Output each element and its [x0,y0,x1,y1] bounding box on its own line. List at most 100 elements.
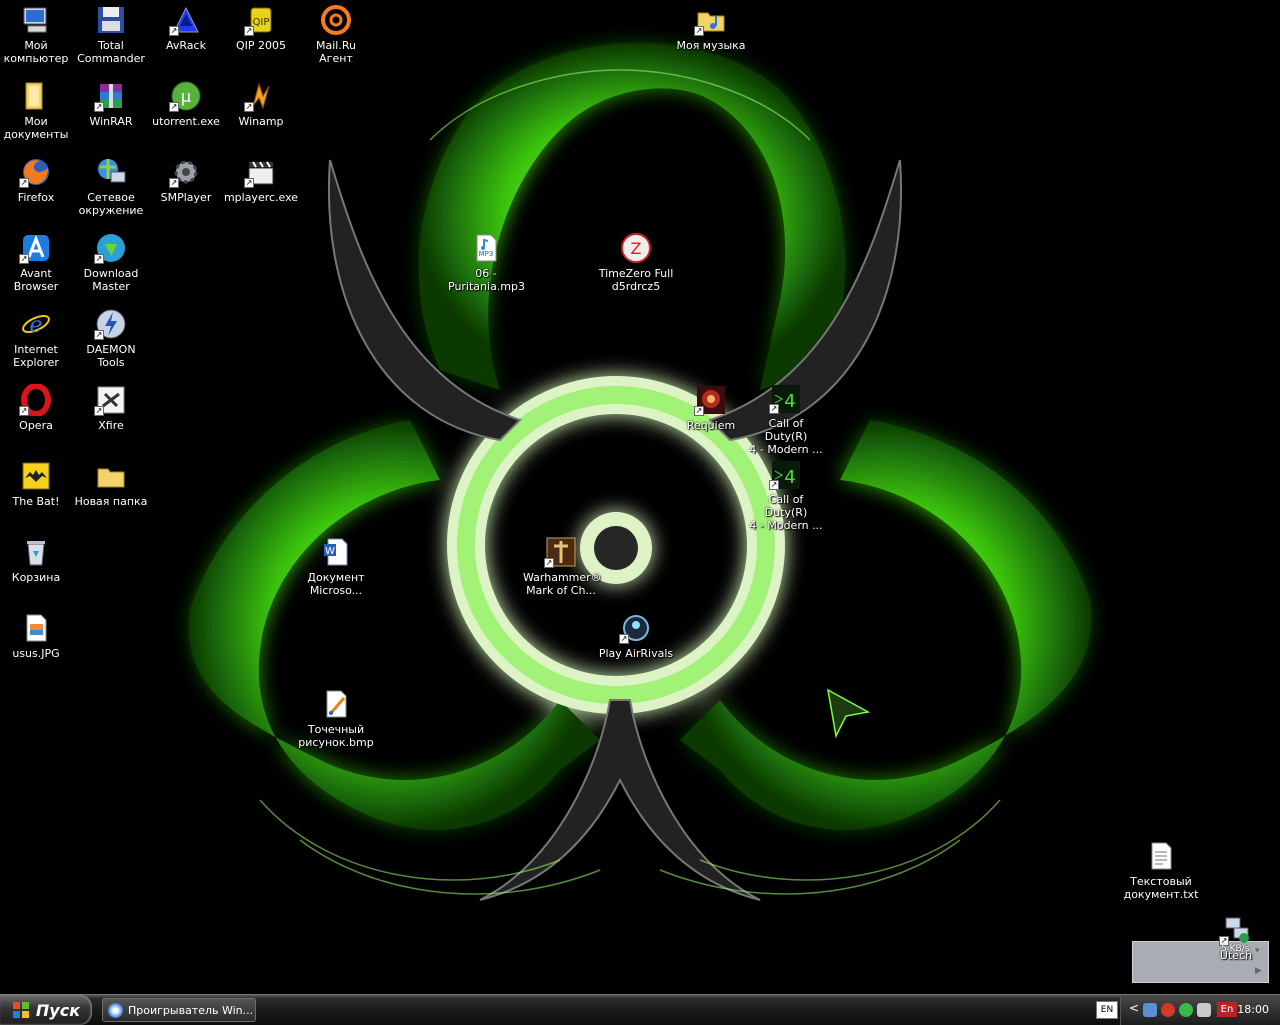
shortcut-arrow-icon: ↗ [19,178,29,188]
desktop-icon-network[interactable]: Сетевое окружение [73,154,149,220]
desktop-icon-label: Requiem [686,419,736,432]
desktop-icon-label: 06 - Puritania.mp3 [448,267,526,293]
bitmap-file-icon [326,690,347,718]
desktop-icon-download-master[interactable]: ↗ Download Master [73,230,149,296]
svg-text:MP3: MP3 [479,250,494,258]
taskbar-window-button[interactable]: Проигрыватель Win... [102,998,256,1022]
documents-folder-icon [25,82,43,110]
shortcut-arrow-icon: ↗ [94,102,104,112]
desktop-icon-total-commander[interactable]: Total Commander [73,2,149,68]
desktop-icon-label: Call of Duty(R) 4 - Modern ... [749,493,823,532]
antivirus-tray-icon[interactable] [1161,1003,1175,1017]
text-file-icon [1151,842,1172,870]
desktop-icon-puritania-mp3[interactable]: MP3 06 - Puritania.mp3 [448,230,526,296]
desktop-icon-qip[interactable]: QIP ↗ QIP 2005 [223,2,299,68]
desktop-icon-recycle-bin[interactable]: Корзина [0,534,74,600]
shortcut-arrow-icon: ↗ [169,178,179,188]
desktop-icon-smplayer[interactable]: ↗ SMPlayer [148,154,224,220]
network-tray-icon[interactable] [1143,1003,1157,1017]
taskbar-window-title: Проигрыватель Win... [128,1003,254,1017]
svg-text:QIP: QIP [253,17,270,28]
mail-agent-icon [321,5,351,35]
desktop-icon-firefox[interactable]: ↗ Firefox [0,154,74,220]
desktop-icon-my-documents[interactable]: Мои документы [0,78,74,144]
network-icon [98,159,126,183]
desktop-icon-label: utorrent.exe [152,115,220,128]
shortcut-arrow-icon: ↗ [94,254,104,264]
desktop-icon-label: Mail.Ru Агент [316,39,356,65]
desktop[interactable]: Мой компьютер Total Commander ↗ AvRack Q… [0,0,1280,994]
folder-icon [97,468,125,488]
desktop-icon-requiem[interactable]: ↗ Requiem [673,382,749,448]
desktop-icon-label: usus.JPG [12,647,60,660]
desktop-icon-my-music[interactable]: ↗ Моя музыка [673,2,749,68]
my-computer-icon [23,7,47,33]
desktop-icon-airrivals[interactable]: ↗ Play AirRivals [598,610,674,676]
desktop-icon-text-document[interactable]: Текстовый документ.txt [1123,838,1199,904]
desktop-icon-label: Корзина [11,571,61,584]
recycle-bin-icon [27,541,45,566]
desktop-icon-cod4-1[interactable]: 4 ↗ Call of Duty(R) 4 - Modern ... [748,382,824,456]
desktop-icon-word-document[interactable]: W Документ Microso... [298,534,374,600]
word-document-icon: W [324,538,348,566]
shortcut-arrow-icon: ↗ [544,558,554,568]
desktop-icon-usus-jpg[interactable]: usus.JPG [0,610,74,676]
tray-language-indicator[interactable]: En [1217,1002,1237,1017]
desktop-icon-daemon-tools[interactable]: ↗ DAEMON Tools [73,306,149,372]
desktop-icon-the-bat[interactable]: The Bat! [0,458,74,524]
desktop-icon-winamp[interactable]: ↗ Winamp [223,78,299,144]
show-hidden-icons-chevron-icon[interactable]: < [1129,1001,1139,1015]
shortcut-arrow-icon: ↗ [244,102,254,112]
desktop-icon-utech[interactable]: ↗ Utech [1198,912,1274,962]
desktop-icon-avant-browser[interactable]: ↗ Avant Browser [0,230,74,296]
desktop-icon-timezero[interactable]: Z TimeZero Full d5rdrcz5 [598,230,674,296]
desktop-icon-label: Сетевое окружение [78,191,144,217]
language-indicator[interactable]: EN [1096,1001,1118,1019]
svg-text:4: 4 [784,391,795,412]
desktop-icon-label: QIP 2005 [235,39,287,52]
desktop-icon-my-computer[interactable]: Мой компьютер [0,2,74,68]
desktop-icon-label: Текстовый документ.txt [1123,875,1199,901]
shortcut-arrow-icon: ↗ [94,406,104,416]
desktop-icon-mail-agent[interactable]: Mail.Ru Агент [298,2,374,68]
biohazard-wallpaper [188,43,1092,901]
desktop-icon-warhammer[interactable]: ↗ Warhammer® Mark of Ch... [523,534,602,600]
desktop-icon-xfire[interactable]: ↗ Xfire [73,382,149,448]
start-button[interactable]: Пуск [0,995,92,1025]
desktop-icon-label: The Bat! [12,495,60,508]
desktop-icon-label: Точечный рисунок.bmp [298,723,374,749]
desktop-icon-mplayerc[interactable]: ↗ mplayerc.exe [223,154,299,220]
clock[interactable]: 18:00 [1237,1003,1269,1016]
desktop-icon-label: Internet Explorer [13,343,59,369]
shortcut-arrow-icon: ↗ [19,406,29,416]
desktop-icon-label: WinRAR [89,115,133,128]
system-tray: < En 18:00 [1120,995,1280,1025]
desktop-icon-utorrent[interactable]: µ ↗ utorrent.exe [148,78,224,144]
desktop-icon-label: Xfire [98,419,124,432]
floppy-disk-icon [98,7,124,33]
mp3-file-icon: MP3 [476,234,497,262]
desktop-icon-internet-explorer[interactable]: e Internet Explorer [0,306,74,372]
shortcut-arrow-icon: ↗ [769,480,779,490]
windows-logo-icon [12,1002,29,1018]
qip-tray-icon[interactable] [1179,1003,1193,1017]
desktop-icon-label: Firefox [17,191,55,204]
desktop-icon-label: Total Commander [77,39,145,65]
desktop-icon-bitmap[interactable]: Точечный рисунок.bmp [298,686,374,752]
desktop-icon-new-folder[interactable]: Новая папка [73,458,149,524]
svg-text:Z: Z [631,239,642,258]
desktop-icon-label: Opera [19,419,53,432]
svg-text:µ: µ [181,87,191,106]
desktop-icon-cod4-2[interactable]: 4 ↗ Call of Duty(R) 4 - Modern ... [748,458,824,532]
network-speed-text: 5 KB/s [1221,944,1250,954]
desktop-icon-avrack[interactable]: ↗ AvRack [148,2,224,68]
internet-explorer-icon: e [22,313,50,338]
monitor-tray-icon[interactable] [1197,1003,1211,1017]
desktop-icon-label: TimeZero Full d5rdrcz5 [598,267,674,293]
desktop-icon-winrar[interactable]: ↗ WinRAR [73,78,149,144]
desktop-icon-opera[interactable]: ↗ Opera [0,382,74,448]
desktop-icon-label: Мой компьютер [3,39,69,65]
taskbar: Пуск Проигрыватель Win... EN < En 18:00 [0,994,1280,1025]
start-label: Пуск [35,1000,81,1020]
widget-play-icon[interactable]: ▶ [1255,966,1265,976]
